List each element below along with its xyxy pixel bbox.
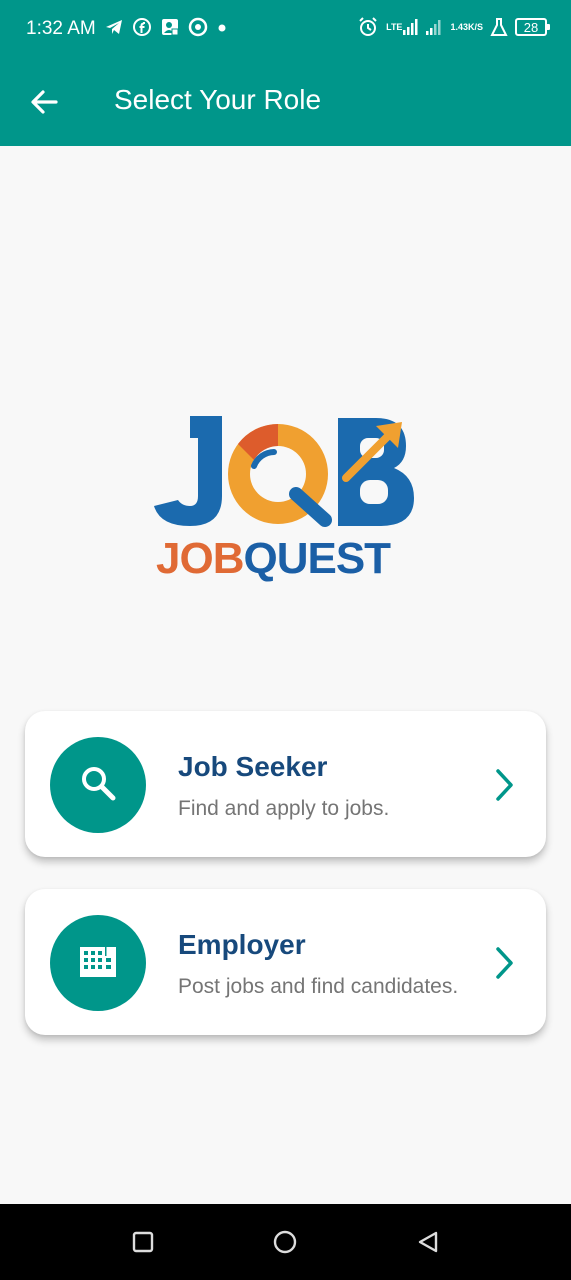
role-icon-circle [50, 737, 146, 833]
chevron-right-icon [492, 945, 516, 981]
lte-signal-icon: LTE [386, 18, 418, 36]
notification-dot-icon [216, 17, 228, 37]
network-speed: 1.43 K/S [450, 21, 483, 32]
network-speed-value: 1.43 [450, 21, 468, 32]
role-icon-circle [50, 915, 146, 1011]
role-card-employer[interactable]: Employer Post jobs and find candidates. [25, 889, 546, 1035]
status-bar: 1:32 AM LTE 1.43 K/S 28 [0, 0, 571, 58]
facebook-icon [132, 17, 152, 37]
logo-word-job: JOB [156, 534, 244, 583]
signal-icon [425, 18, 443, 36]
back-triangle-icon[interactable] [416, 1230, 440, 1254]
role-subtitle: Post jobs and find candidates. [178, 975, 459, 998]
arrow-left-icon[interactable] [28, 86, 60, 118]
role-title: Employer [178, 929, 306, 960]
battery-icon: 28 [515, 18, 550, 36]
google-chrome-icon [188, 17, 208, 37]
system-navigation-bar [0, 1204, 571, 1280]
network-type: LTE [386, 21, 403, 32]
logo-word-quest: QUEST [243, 534, 391, 583]
recents-square-icon[interactable] [131, 1230, 155, 1254]
status-time: 1:32 AM [26, 18, 96, 39]
role-title: Job Seeker [178, 751, 328, 782]
home-circle-icon[interactable] [273, 1230, 297, 1254]
page-title: Select Your Role [114, 84, 322, 115]
telegram-icon [104, 17, 124, 37]
contact-card-icon [160, 17, 180, 37]
chevron-right-icon [492, 767, 516, 803]
notification-icons [104, 17, 228, 37]
alarm-icon [357, 16, 379, 38]
search-icon [78, 763, 118, 808]
building-icon [78, 941, 118, 986]
app-bar: Select Your Role [0, 58, 571, 146]
role-card-job-seeker[interactable]: Job Seeker Find and apply to jobs. [25, 711, 546, 857]
flask-icon [490, 17, 508, 37]
network-speed-unit: K/S [467, 21, 483, 32]
logo-wordmark: JOBQUEST [156, 534, 391, 584]
system-icons: LTE 1.43 K/S 28 [357, 16, 550, 38]
battery-level: 28 [523, 19, 539, 35]
role-subtitle: Find and apply to jobs. [178, 797, 390, 820]
jobquest-logo: JOBQUEST [150, 408, 420, 588]
